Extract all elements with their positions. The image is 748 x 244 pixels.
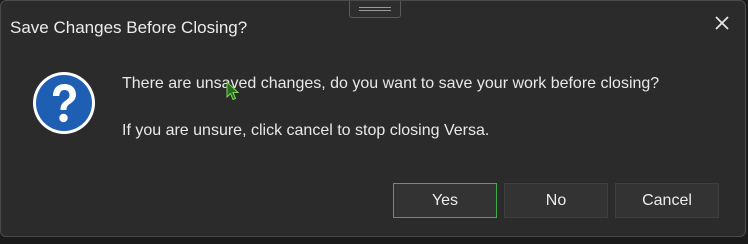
question-icon bbox=[33, 72, 95, 134]
background-strip bbox=[0, 237, 748, 244]
grip-line bbox=[359, 7, 391, 8]
dialog-title: Save Changes Before Closing? bbox=[10, 18, 248, 37]
secondary-message: If you are unsure, click cancel to stop … bbox=[122, 122, 490, 139]
grip-line bbox=[359, 10, 391, 11]
mouse-cursor-icon bbox=[226, 81, 240, 101]
close-button[interactable] bbox=[705, 8, 739, 38]
primary-message: There are unsaved changes, do you want t… bbox=[122, 75, 660, 92]
drag-handle[interactable] bbox=[349, 1, 401, 18]
cancel-button[interactable]: Cancel bbox=[615, 183, 719, 218]
yes-button[interactable]: Yes bbox=[393, 183, 497, 218]
close-icon bbox=[715, 16, 729, 30]
save-changes-dialog: Save Changes Before Closing? There are u… bbox=[0, 0, 746, 237]
no-button[interactable]: No bbox=[504, 183, 608, 218]
